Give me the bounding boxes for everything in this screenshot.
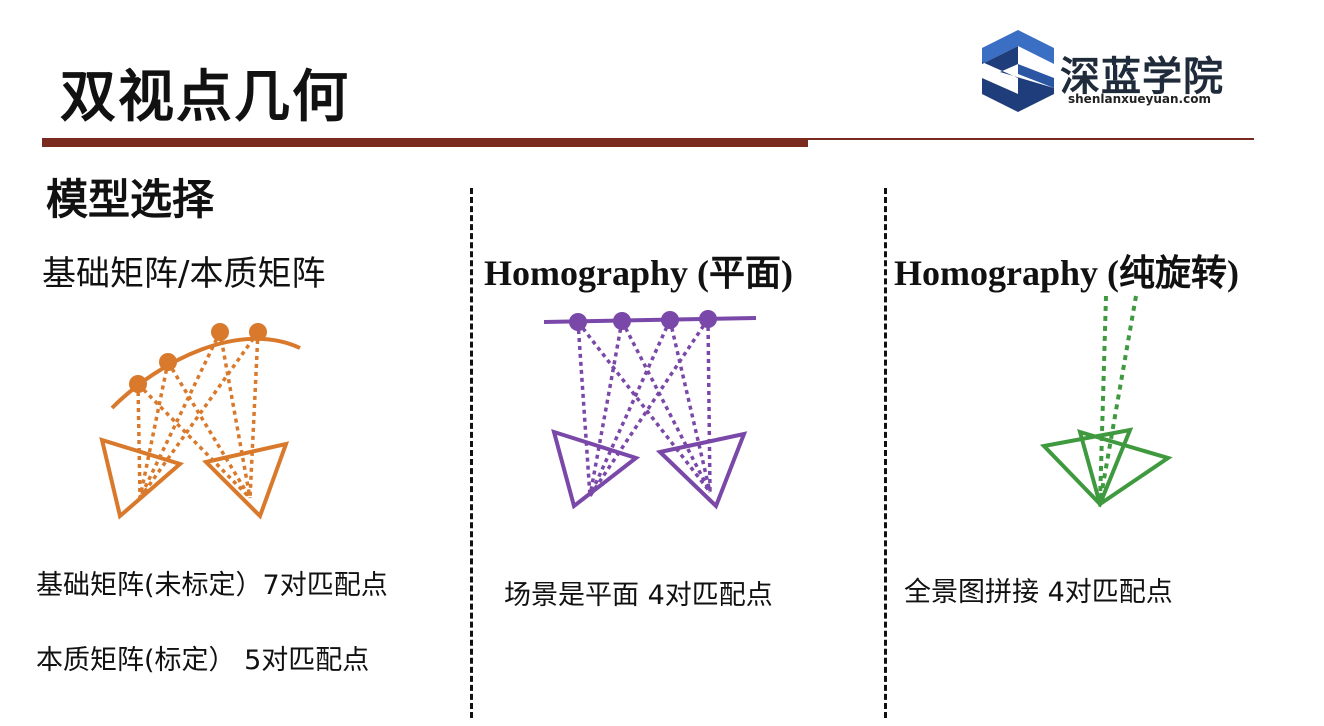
- column-divider-1: [470, 188, 473, 718]
- homography-plane-diagram: [543, 310, 757, 510]
- page-title: 双视点几何: [60, 65, 350, 130]
- logo-s-icon: [982, 30, 1054, 112]
- homography-rotation-diagram: [1039, 295, 1173, 508]
- note-fundamental-matrix: 基础矩阵(未标定）7对匹配点: [36, 570, 388, 601]
- note-essential-matrix: 本质矩阵(标定） 5对匹配点: [36, 645, 370, 676]
- note-panorama: 全景图拼接 4对匹配点: [904, 577, 1173, 608]
- logo-url-text: shenlanxueyuan.com: [1068, 92, 1211, 106]
- column-divider-2: [884, 188, 887, 718]
- note-plane-scene: 场景是平面 4对匹配点: [504, 580, 773, 611]
- heading-homography-rotation: Homography (纯旋转): [894, 253, 1239, 293]
- title-underline-thin: [808, 138, 1254, 140]
- heading-fundamental-essential: 基础矩阵/本质矩阵: [42, 254, 326, 294]
- fundamental-matrix-diagram: [99, 323, 301, 520]
- section-subtitle: 模型选择: [46, 175, 215, 224]
- title-underline-thick: [42, 138, 808, 147]
- heading-homography-plane: Homography (平面): [484, 253, 793, 293]
